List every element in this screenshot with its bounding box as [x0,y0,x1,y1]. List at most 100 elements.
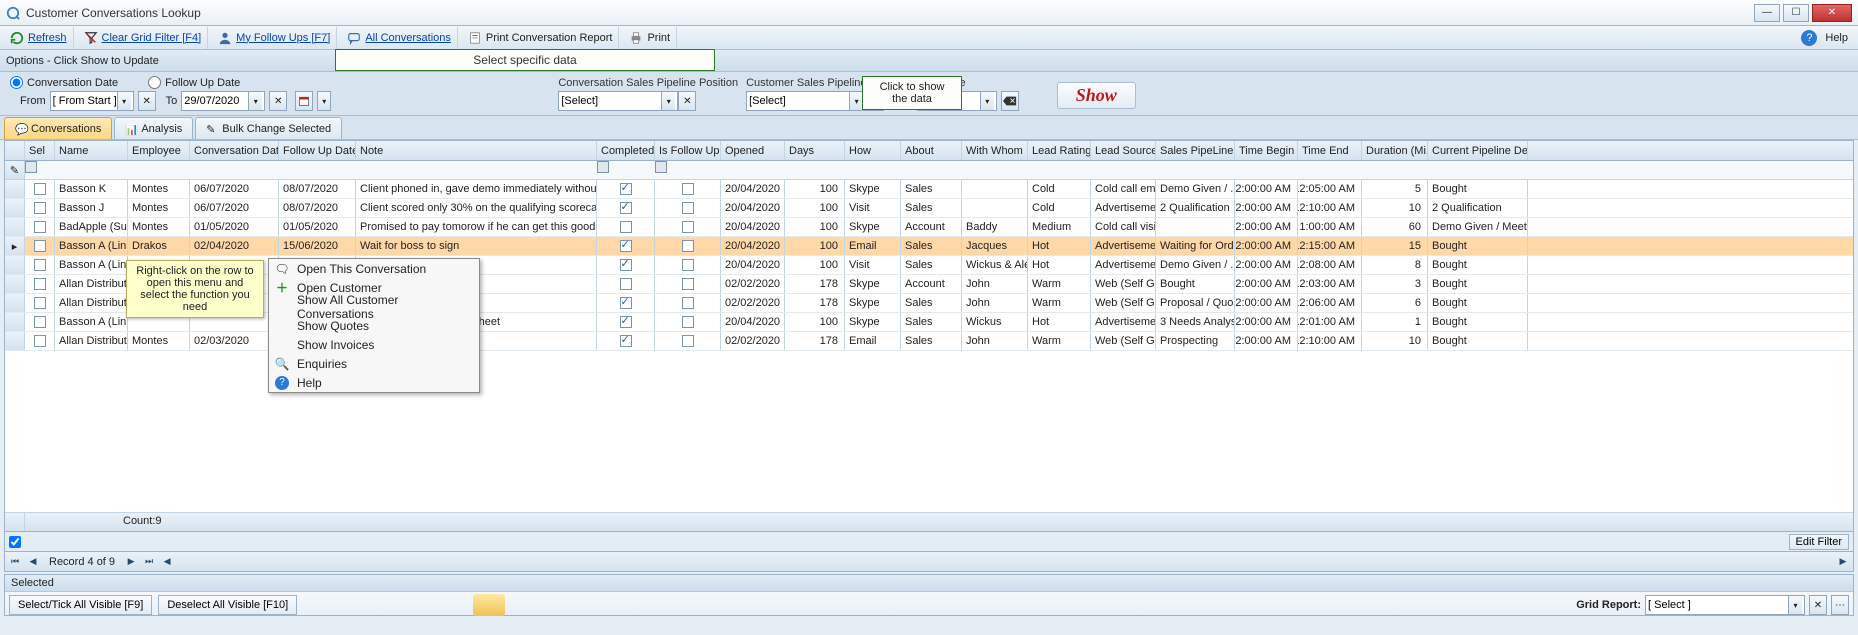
col-employee[interactable]: Employee [128,141,190,160]
chevron-down-icon[interactable]: ▾ [248,92,262,110]
tab-analysis[interactable]: 📊Analysis [114,117,193,139]
col-name[interactable]: Name [55,141,128,160]
checkbox[interactable] [620,183,632,195]
to-date-input[interactable]: ▾ [181,91,265,111]
checkbox[interactable] [620,335,632,347]
chevron-down-icon[interactable]: ▾ [1788,596,1802,614]
col-currentpipeline[interactable]: Current Pipeline Descr [1428,141,1528,160]
checkbox[interactable] [620,240,632,252]
show-button[interactable]: Show [1057,82,1136,109]
radio-followup-date[interactable]: Follow Up Date [148,76,240,89]
checkbox[interactable] [682,335,694,347]
conv-pipeline-clear[interactable]: ✕ [678,91,696,111]
filter-sel-checkbox[interactable] [25,161,37,173]
col-completed[interactable]: Completed [597,141,655,160]
checkbox[interactable] [682,259,694,271]
menu-help[interactable]: ?Help [269,373,479,392]
checkbox[interactable] [620,297,632,309]
col-note[interactable]: Note [356,141,597,160]
from-date-input[interactable]: ▾ [50,91,134,111]
nav-next-button[interactable]: ▶ [123,554,139,570]
filter-isfu-checkbox[interactable] [655,161,667,173]
checkbox[interactable] [620,202,632,214]
tab-conversations[interactable]: 💬Conversations [4,117,112,139]
nav-last-button[interactable]: ⏭ [141,554,157,570]
hscroll-right-button[interactable]: ▶ [1835,554,1851,570]
checkbox[interactable] [682,221,694,233]
clear-grid-filter-button[interactable]: Clear Grid Filter [F4] [78,27,209,49]
table-row[interactable]: ▸Basson A (Link...Drakos02/04/202015/06/… [5,237,1853,256]
col-how[interactable]: How [845,141,901,160]
checkbox[interactable] [682,278,694,290]
chevron-down-icon[interactable]: ▾ [849,92,863,110]
print-report-button[interactable]: Print Conversation Report [462,27,620,49]
grid-report-select[interactable]: ▾ [1645,595,1805,615]
menu-open-conversation[interactable]: 🗨Open This Conversation [269,259,479,278]
col-duration[interactable]: Duration (Mi... [1362,141,1428,160]
col-fu-date[interactable]: Follow Up Date [279,141,356,160]
table-row[interactable]: Basson JMontes06/07/202008/07/2020Client… [5,199,1853,218]
checkbox[interactable] [682,297,694,309]
table-row[interactable]: BadApple (Sus...Montes01/05/202001/05/20… [5,218,1853,237]
col-about[interactable]: About [901,141,962,160]
deselect-all-button[interactable]: Deselect All Visible [F10] [158,595,297,615]
radio-conversation-date[interactable]: Conversation Date [10,76,118,89]
calendar-button[interactable] [295,91,313,111]
conv-pipeline-select[interactable]: ▾ [558,91,678,111]
minimize-button[interactable]: — [1754,4,1780,22]
checkbox[interactable] [34,221,46,233]
checkbox[interactable] [682,240,694,252]
table-row[interactable]: Basson KMontes06/07/202008/07/2020Client… [5,180,1853,199]
menu-show-quotes[interactable]: Show Quotes [269,316,479,335]
col-timebegin[interactable]: Time Begin [1235,141,1298,160]
print-button[interactable]: Print [623,27,677,49]
checkbox[interactable] [682,202,694,214]
col-withwhom[interactable]: With Whom [962,141,1028,160]
employee-clear[interactable]: ✕ [1001,91,1019,111]
to-clear-button[interactable]: ✕ [269,91,287,111]
checkbox[interactable] [682,316,694,328]
checkbox[interactable] [34,297,46,309]
checkbox[interactable] [34,183,46,195]
all-conversations-button[interactable]: All Conversations [341,27,458,49]
col-leadrating[interactable]: Lead Rating [1028,141,1091,160]
chevron-down-icon[interactable]: ▾ [317,91,331,111]
select-all-button[interactable]: Select/Tick All Visible [F9] [9,595,152,615]
col-opened[interactable]: Opened [721,141,785,160]
chevron-down-icon[interactable]: ▾ [117,92,131,110]
checkbox[interactable] [34,316,46,328]
edit-filter-button[interactable]: Edit Filter [1789,534,1849,550]
maximize-button[interactable]: ☐ [1783,4,1809,22]
menu-show-invoices[interactable]: Show Invoices [269,335,479,354]
checkbox[interactable] [34,259,46,271]
checkbox[interactable] [34,240,46,252]
col-pipeline[interactable]: Sales PipeLine [1156,141,1235,160]
grid-report-clear[interactable]: ✕ [1809,595,1827,615]
checkbox[interactable] [34,202,46,214]
nav-prev-button[interactable]: ◀ [25,554,41,570]
menu-enquiries[interactable]: 🔍Enquiries [269,354,479,373]
col-timeend[interactable]: Time End [1298,141,1362,160]
cust-pipeline-select[interactable]: ▾ [746,91,866,111]
checkbox[interactable] [34,278,46,290]
close-button[interactable]: ✕ [1812,4,1852,22]
col-sel[interactable]: Sel [25,141,55,160]
checkbox[interactable] [620,221,632,233]
refresh-button[interactable]: Refresh [4,27,74,49]
col-days[interactable]: Days [785,141,845,160]
filter-active-checkbox[interactable] [9,536,21,548]
folder-icon[interactable] [473,594,505,616]
my-followups-button[interactable]: My Follow Ups [F7] [212,27,337,49]
auto-filter-row[interactable]: ✎ [5,161,1853,180]
checkbox[interactable] [620,316,632,328]
grid-report-config[interactable]: ⋯ [1831,595,1849,615]
col-isfollowup[interactable]: Is Follow Up [655,141,721,160]
checkbox[interactable] [682,183,694,195]
chevron-down-icon[interactable]: ▾ [661,92,675,110]
tab-bulk-change[interactable]: ✎Bulk Change Selected [195,117,342,139]
menu-show-all-conversations[interactable]: Show All Customer Conversations [269,297,479,316]
col-leadsource[interactable]: Lead Source [1091,141,1156,160]
checkbox[interactable] [620,278,632,290]
nav-first-button[interactable]: ⏮ [7,554,23,570]
checkbox[interactable] [620,259,632,271]
